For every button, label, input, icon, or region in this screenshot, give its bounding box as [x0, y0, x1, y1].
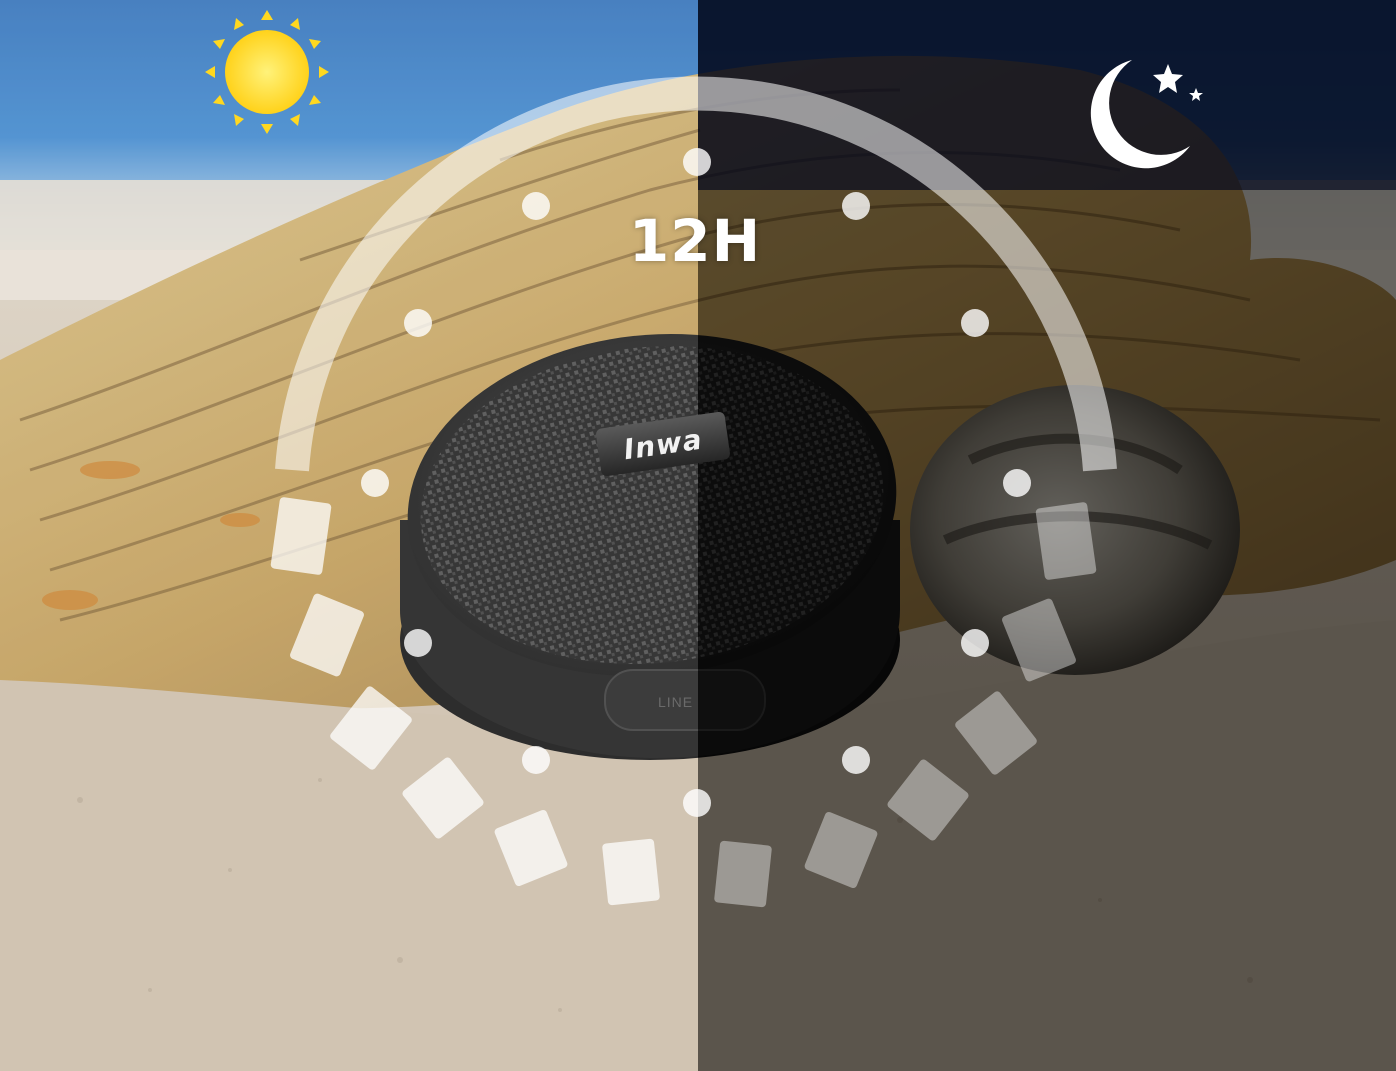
- product-scene: Inwa LINE 12H: [0, 0, 1396, 1071]
- playtime-headline: 12H: [628, 207, 762, 275]
- line-port-label: LINE: [658, 694, 694, 710]
- scene-graphics: [0, 0, 1396, 1071]
